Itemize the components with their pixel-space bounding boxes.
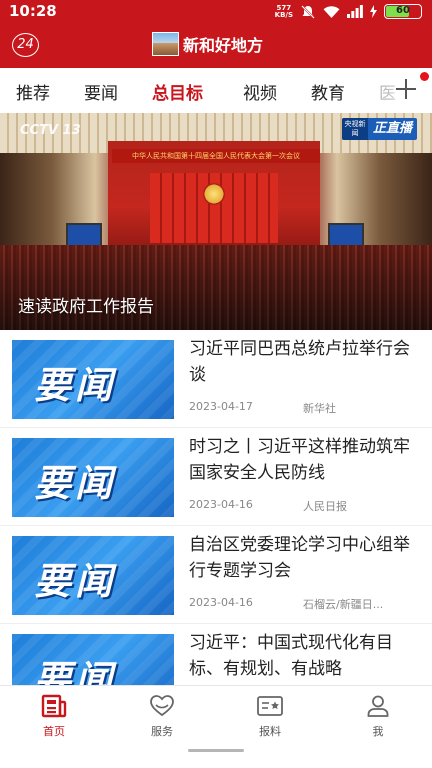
hero-screen-left <box>66 223 102 247</box>
user-icon <box>348 694 408 718</box>
live-badge-status: 正直播 <box>372 121 412 136</box>
hero-screen-right <box>328 223 364 247</box>
nav-me[interactable]: 我 <box>348 694 408 739</box>
nav-me-label: 我 <box>372 725 384 738</box>
hero-audience-overlay <box>0 245 432 330</box>
bell-muted-icon <box>300 4 316 20</box>
tab-recommend[interactable]: 推荐 <box>16 79 50 104</box>
news-thumbnail: 要闻 <box>12 340 174 419</box>
charging-icon <box>370 5 377 18</box>
nav-home[interactable]: 首页 <box>24 694 84 739</box>
service-heart-icon <box>132 694 192 718</box>
hero-caption: 速读政府工作报告 <box>18 297 154 317</box>
tab-overall-goal[interactable]: 总目标 <box>152 79 203 104</box>
nav-service-label: 服务 <box>151 725 173 738</box>
thumbnail-text: 要闻 <box>34 560 116 603</box>
hero-banner[interactable]: 中华人民共和国第十四届全国人民代表大会第一次会议 CCTV 13 央视新闻 正直… <box>0 113 432 330</box>
status-bar: 10:28 577 KB/S 60 <box>0 0 432 23</box>
tab-education[interactable]: 教育 <box>311 79 345 104</box>
header-brand: 新和好地方 <box>152 32 263 56</box>
live-badge-source: 央视新闻 <box>341 118 368 140</box>
news-thumbnail: 要闻 <box>12 536 174 615</box>
battery-percent: 60 <box>396 5 410 16</box>
notification-dot <box>420 72 429 81</box>
thumbnail-text: 要闻 <box>34 658 116 685</box>
thumbnail-text: 要闻 <box>34 462 116 505</box>
cctv-logo: CCTV 13 <box>20 123 81 138</box>
news-title: 自治区党委理论学习中心组举行专题学习会 <box>189 535 410 581</box>
news-item[interactable]: 要闻 自治区党委理论学习中心组举行专题学习会 2023-04-16 石榴云/新疆… <box>0 526 432 624</box>
app-header: 24 新和好地方 <box>0 23 432 68</box>
news-item[interactable]: 要闻 习近平同巴西总统卢拉举行会谈 2023-04-17 新华社 <box>0 330 432 428</box>
national-emblem <box>203 183 225 205</box>
status-icons: 577 KB/S 60 <box>275 2 422 21</box>
news-title: 习近平：中国式现代化有目标、有规划、有战略 <box>189 633 393 679</box>
nav-report-label: 报料 <box>259 725 281 738</box>
news-item[interactable]: 要闻 时习之丨习近平这样推动筑牢国家安全人民防线 2023-04-16 人民日报 <box>0 428 432 526</box>
news-source: 人民日报 <box>303 500 347 513</box>
nav-report[interactable]: 报料 <box>240 694 300 739</box>
news-source: 新华社 <box>303 402 336 415</box>
hero-stage-banner: 中华人民共和国第十四届全国人民代表大会第一次会议 <box>112 149 320 163</box>
status-time: 10:28 <box>9 2 57 20</box>
app-title: 新和好地方 <box>183 36 264 55</box>
news-date: 2023-04-16 <box>189 498 253 511</box>
channel-tabs: 推荐 要闻 总目标 视频 教育 医 <box>0 68 432 113</box>
report-icon <box>240 694 300 718</box>
news-thumbnail: 要闻 <box>12 438 174 517</box>
nav-home-label: 首页 <box>43 725 65 738</box>
news-title: 时习之丨习近平这样推动筑牢国家安全人民防线 <box>189 437 410 483</box>
signal-icon <box>347 5 363 18</box>
network-speed-unit: KB/S <box>274 10 293 19</box>
live-badge: 央视新闻 正直播 <box>341 118 417 140</box>
home-indicator[interactable] <box>188 749 244 752</box>
tab-video[interactable]: 视频 <box>243 79 277 104</box>
news-item[interactable]: 要闻 习近平：中国式现代化有目标、有规划、有战略 <box>0 624 432 685</box>
wifi-icon <box>323 5 340 19</box>
news-list: 要闻 习近平同巴西总统卢拉举行会谈 2023-04-17 新华社 要闻 时习之丨… <box>0 330 432 685</box>
thumbnail-text: 要闻 <box>34 364 116 407</box>
network-speed: 577 KB/S <box>274 4 293 19</box>
tab-headlines[interactable]: 要闻 <box>84 79 118 104</box>
news-thumbnail: 要闻 <box>12 634 174 685</box>
add-channel-icon[interactable] <box>396 79 416 99</box>
app-logo <box>152 32 179 56</box>
home-news-icon <box>24 694 84 718</box>
nav-service[interactable]: 服务 <box>132 694 192 739</box>
news-date: 2023-04-16 <box>189 596 253 609</box>
battery-icon: 60 <box>384 4 422 19</box>
news-title: 习近平同巴西总统卢拉举行会谈 <box>189 339 410 385</box>
bottom-nav: 首页 服务 报料 我 <box>0 685 432 768</box>
badge-24-button[interactable]: 24 <box>12 33 39 57</box>
news-date: 2023-04-17 <box>189 400 253 413</box>
news-source: 石榴云/新疆日... <box>303 598 384 611</box>
